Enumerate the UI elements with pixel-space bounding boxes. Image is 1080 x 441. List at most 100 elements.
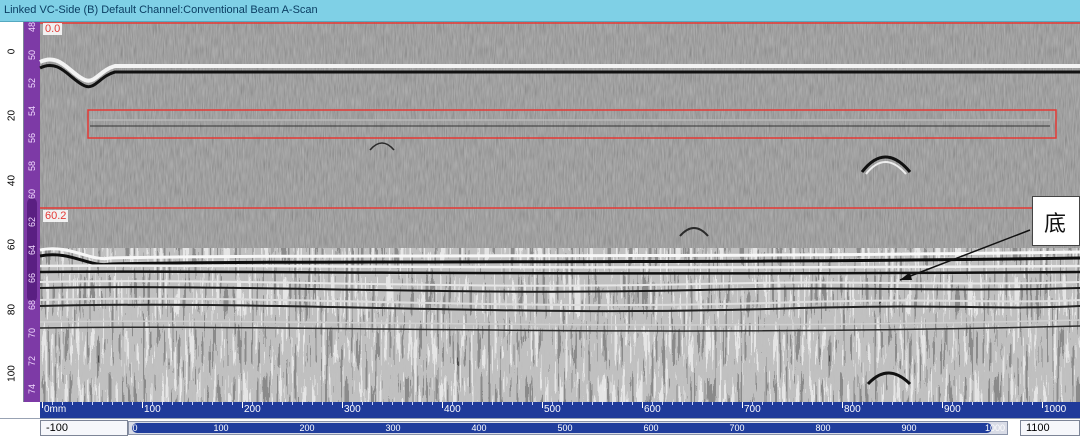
ruler-minor-tick bbox=[432, 402, 433, 405]
ruler-minor-tick bbox=[282, 402, 283, 405]
depth-axis-tick-label: 60 bbox=[6, 239, 18, 251]
ruler-minor-tick bbox=[372, 402, 373, 405]
ruler-minor-tick bbox=[522, 402, 523, 405]
ruler-major-tick bbox=[242, 402, 243, 408]
purple-axis-tick-label: 56 bbox=[27, 133, 37, 144]
ruler-minor-tick bbox=[912, 402, 913, 405]
purple-axis-tick-label: 66 bbox=[27, 272, 37, 283]
ruler-tick-label: 600 bbox=[644, 404, 661, 415]
b-scan-view[interactable] bbox=[0, 22, 1080, 402]
purple-axis-tick-label: 60 bbox=[27, 189, 37, 200]
ruler-minor-tick bbox=[402, 402, 403, 405]
ruler-minor-tick bbox=[712, 402, 713, 405]
scroll-tick-label: 900 bbox=[901, 423, 917, 433]
ruler-minor-tick bbox=[682, 402, 683, 405]
ruler-minor-tick bbox=[992, 402, 993, 405]
purple-axis-tick-label: 52 bbox=[27, 77, 37, 88]
ruler-tick-label: 300 bbox=[344, 404, 361, 415]
ruler-minor-tick bbox=[122, 402, 123, 405]
ruler-minor-tick bbox=[812, 402, 813, 405]
ruler-minor-tick bbox=[92, 402, 93, 405]
ruler-minor-tick bbox=[292, 402, 293, 405]
ruler-minor-tick bbox=[392, 402, 393, 405]
ruler-minor-tick bbox=[632, 402, 633, 405]
scroll-tick-label: 400 bbox=[471, 423, 487, 433]
ruler-minor-tick bbox=[802, 402, 803, 405]
ruler-minor-tick bbox=[302, 402, 303, 405]
ruler-minor-tick bbox=[622, 402, 623, 405]
ruler-minor-tick bbox=[52, 402, 53, 405]
ruler-minor-tick bbox=[612, 402, 613, 405]
ruler-minor-tick bbox=[222, 402, 223, 405]
ruler-minor-tick bbox=[1022, 402, 1023, 405]
purple-axis-tick-label: 72 bbox=[27, 356, 37, 367]
depth-axis-panel bbox=[0, 22, 24, 402]
ruler-major-tick bbox=[342, 402, 343, 408]
ruler-minor-tick bbox=[962, 402, 963, 405]
ruler-minor-tick bbox=[982, 402, 983, 405]
purple-axis-tick-label: 68 bbox=[27, 300, 37, 311]
ruler-minor-tick bbox=[592, 402, 593, 405]
right-value: 1100 bbox=[1026, 422, 1050, 434]
ruler-minor-tick bbox=[262, 402, 263, 405]
scroll-tick-label: 600 bbox=[643, 423, 659, 433]
ruler-major-tick bbox=[542, 402, 543, 408]
ruler-minor-tick bbox=[462, 402, 463, 405]
annotation-text: 底 bbox=[1044, 212, 1067, 237]
ruler-major-tick bbox=[842, 402, 843, 408]
window-title: Linked VC-Side (B) Default Channel:Conve… bbox=[4, 4, 318, 16]
ruler-minor-tick bbox=[852, 402, 853, 405]
purple-axis-tick-label: 50 bbox=[27, 49, 37, 60]
ruler-minor-tick bbox=[512, 402, 513, 405]
purple-axis-tick-label: 48 bbox=[27, 22, 37, 33]
ruler-minor-tick bbox=[602, 402, 603, 405]
ruler-minor-tick bbox=[132, 402, 133, 405]
ruler-minor-tick bbox=[102, 402, 103, 405]
ruler-minor-tick bbox=[882, 402, 883, 405]
left-value: -100 bbox=[46, 422, 69, 434]
cursor-top-label: 0.0 bbox=[43, 23, 63, 35]
ruler-minor-tick bbox=[862, 402, 863, 405]
ruler-minor-tick bbox=[82, 402, 83, 405]
ruler-minor-tick bbox=[272, 402, 273, 405]
ruler-minor-tick bbox=[62, 402, 63, 405]
ruler-minor-tick bbox=[152, 402, 153, 405]
ruler-minor-tick bbox=[952, 402, 953, 405]
ruler-minor-tick bbox=[452, 402, 453, 405]
ruler-minor-tick bbox=[572, 402, 573, 405]
horizontal-ruler[interactable]: 0mm 100 200 300 400 500 600 700 800 900 1000 bbox=[40, 402, 1080, 418]
depth-axis-tick-label: 20 bbox=[6, 110, 18, 122]
ruler-minor-tick bbox=[562, 402, 563, 405]
b-scan-image[interactable] bbox=[0, 22, 1080, 402]
ruler-minor-tick bbox=[332, 402, 333, 405]
ruler-minor-tick bbox=[252, 402, 253, 405]
ruler-minor-tick bbox=[212, 402, 213, 405]
ruler-major-tick bbox=[1042, 402, 1043, 408]
ruler-minor-tick bbox=[112, 402, 113, 405]
ruler-minor-tick bbox=[872, 402, 873, 405]
ruler-minor-tick bbox=[192, 402, 193, 405]
ruler-major-tick bbox=[442, 402, 443, 408]
depth-axis-tick-label: 0 bbox=[6, 48, 18, 55]
ruler-minor-tick bbox=[652, 402, 653, 405]
ruler-minor-tick bbox=[772, 402, 773, 405]
scroll-tick-label: 500 bbox=[557, 423, 573, 433]
ruler-minor-tick bbox=[312, 402, 313, 405]
cursor-bottom-label: 60.2 bbox=[43, 210, 69, 222]
ruler-tick-label: 0mm bbox=[44, 404, 67, 415]
ruler-major-tick bbox=[742, 402, 743, 408]
ruler-minor-tick bbox=[1032, 402, 1033, 405]
ruler-minor-tick bbox=[1012, 402, 1013, 405]
ruler-minor-tick bbox=[322, 402, 323, 405]
ruler-minor-tick bbox=[162, 402, 163, 405]
ruler-minor-tick bbox=[182, 402, 183, 405]
ruler-major-tick bbox=[942, 402, 943, 408]
ruler-minor-tick bbox=[1002, 402, 1003, 405]
ruler-minor-tick bbox=[72, 402, 73, 405]
ruler-minor-tick bbox=[932, 402, 933, 405]
scroll-tick-label: 200 bbox=[299, 423, 315, 433]
ruler-major-tick bbox=[142, 402, 143, 408]
ruler-minor-tick bbox=[422, 402, 423, 405]
ruler-minor-tick bbox=[412, 402, 413, 405]
depth-axis-tick-label: 40 bbox=[6, 174, 18, 186]
